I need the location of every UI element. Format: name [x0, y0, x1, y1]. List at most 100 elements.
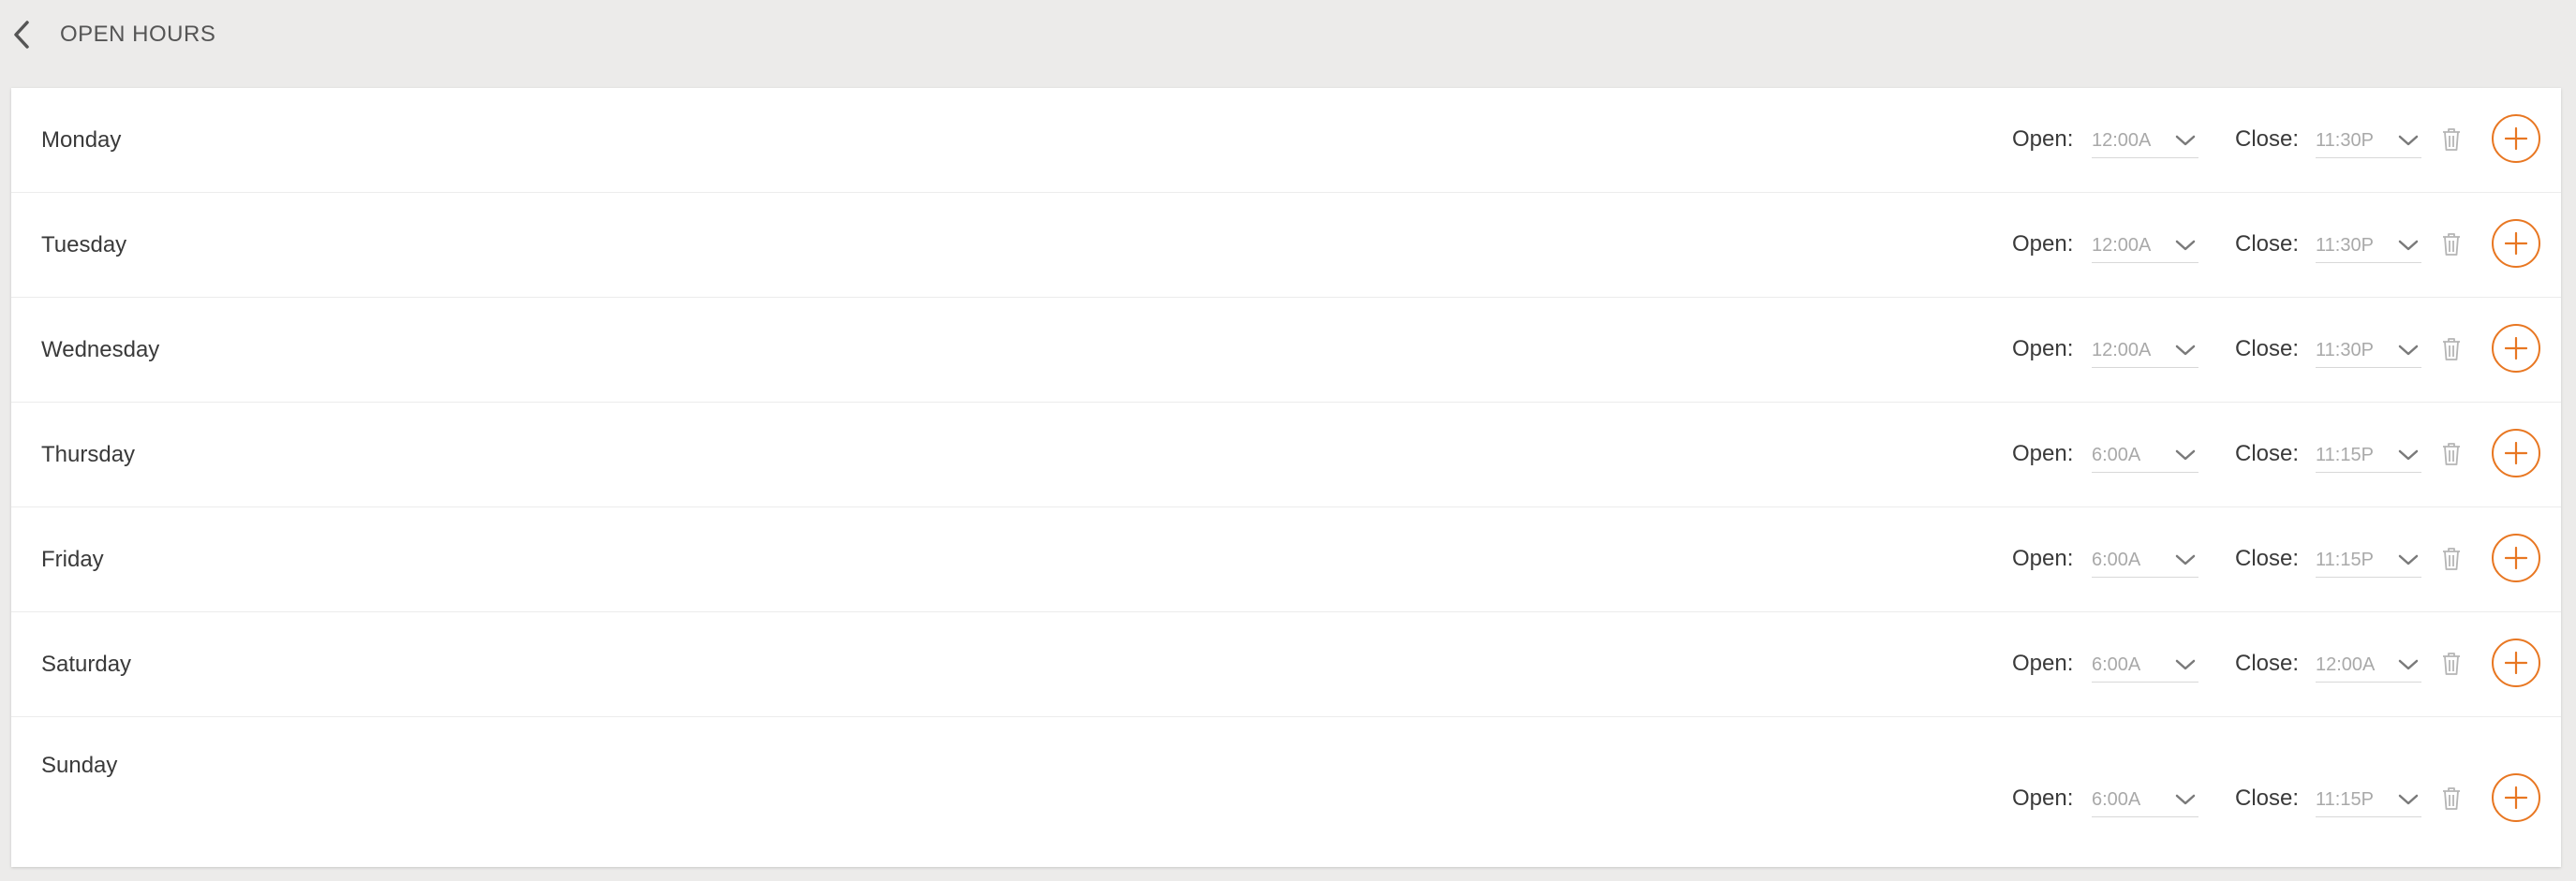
open-label: Open:	[2012, 441, 2074, 466]
open-time-value: 6:00A	[2092, 445, 2141, 465]
open-time-value: 6:00A	[2092, 654, 2141, 675]
close-label: Close:	[2235, 231, 2300, 257]
open-label: Open:	[2012, 786, 2074, 811]
open-time-value: 12:00A	[2092, 340, 2152, 360]
open-time-select[interactable]: 12:00A	[2092, 124, 2198, 158]
back-button[interactable]	[6, 17, 37, 52]
chevron-down-icon	[2175, 794, 2196, 805]
add-hours-button[interactable]	[2492, 114, 2540, 163]
day-row-friday: Friday Open: 6:00A Close: 11:15P	[11, 507, 2561, 612]
hours-controls: Open: 6:00A Close: 11:15P	[1998, 534, 2541, 586]
close-label: Close:	[2235, 786, 2300, 811]
day-label: Wednesday	[41, 337, 160, 362]
hours-controls: Open: 6:00A Close: 11:15P	[1998, 429, 2541, 481]
top-bar: OPEN HOURS	[0, 0, 2576, 88]
chevron-down-icon	[2398, 240, 2419, 251]
hours-controls: Open: 12:00A Close: 11:30P	[1998, 324, 2541, 376]
close-time-select[interactable]: 11:30P	[2316, 124, 2421, 158]
close-time-value: 11:15P	[2316, 550, 2374, 570]
chevron-down-icon	[2398, 554, 2419, 565]
day-label: Sunday	[41, 753, 118, 778]
chevron-down-icon	[2175, 554, 2196, 565]
day-label: Tuesday	[41, 232, 127, 257]
chevron-left-icon	[14, 21, 29, 49]
trash-icon[interactable]	[2440, 126, 2463, 153]
day-label: Saturday	[41, 652, 132, 677]
add-hours-button[interactable]	[2492, 534, 2540, 582]
hours-controls: Open: 6:00A Close: 11:15P	[1998, 773, 2541, 826]
close-time-value: 11:30P	[2316, 340, 2374, 360]
close-time-value: 11:15P	[2316, 445, 2374, 465]
close-time-value: 11:30P	[2316, 235, 2374, 256]
open-label: Open:	[2012, 231, 2074, 257]
plus-icon	[2505, 337, 2527, 360]
day-label: Thursday	[41, 442, 136, 467]
close-time-select[interactable]: 11:30P	[2316, 333, 2421, 368]
page-title: OPEN HOURS	[60, 22, 216, 47]
open-label: Open:	[2012, 546, 2074, 571]
close-time-select[interactable]: 11:15P	[2316, 543, 2421, 578]
plus-icon	[2505, 442, 2527, 464]
add-hours-button[interactable]	[2492, 639, 2540, 687]
trash-icon[interactable]	[2440, 546, 2463, 572]
trash-icon[interactable]	[2440, 651, 2463, 677]
close-time-value: 11:15P	[2316, 789, 2374, 810]
open-time-select[interactable]: 6:00A	[2092, 543, 2198, 578]
open-time-value: 6:00A	[2092, 789, 2141, 810]
plus-icon	[2505, 547, 2527, 569]
chevron-down-icon	[2175, 135, 2196, 146]
close-label: Close:	[2235, 336, 2300, 361]
open-time-select[interactable]: 12:00A	[2092, 333, 2198, 368]
trash-icon[interactable]	[2440, 786, 2463, 812]
close-time-select[interactable]: 11:15P	[2316, 438, 2421, 473]
close-time-select[interactable]: 12:00A	[2316, 648, 2421, 683]
day-label: Monday	[41, 127, 122, 153]
plus-icon	[2505, 652, 2527, 674]
plus-icon	[2505, 127, 2527, 150]
add-hours-button[interactable]	[2492, 773, 2540, 822]
chevron-down-icon	[2175, 345, 2196, 356]
trash-icon[interactable]	[2440, 441, 2463, 467]
chevron-down-icon	[2398, 794, 2419, 805]
open-time-value: 12:00A	[2092, 130, 2152, 151]
chevron-down-icon	[2398, 449, 2419, 461]
day-row-thursday: Thursday Open: 6:00A Close: 11:15P	[11, 403, 2561, 507]
trash-icon[interactable]	[2440, 336, 2463, 362]
chevron-down-icon	[2175, 449, 2196, 461]
open-time-select[interactable]: 6:00A	[2092, 648, 2198, 683]
close-time-value: 12:00A	[2316, 654, 2376, 675]
day-row-sunday: Sunday Open: 6:00A Close: 11:15P	[11, 717, 2561, 867]
chevron-down-icon	[2398, 659, 2419, 670]
day-row-tuesday: Tuesday Open: 12:00A Close: 11:30P	[11, 193, 2561, 298]
chevron-down-icon	[2175, 659, 2196, 670]
day-row-saturday: Saturday Open: 6:00A Close: 12:00A	[11, 612, 2561, 717]
add-hours-button[interactable]	[2492, 429, 2540, 477]
close-label: Close:	[2235, 441, 2300, 466]
day-label: Friday	[41, 547, 104, 572]
close-time-value: 11:30P	[2316, 130, 2374, 151]
hours-controls: Open: 6:00A Close: 12:00A	[1998, 639, 2541, 691]
chevron-down-icon	[2398, 135, 2419, 146]
open-label: Open:	[2012, 651, 2074, 676]
day-row-wednesday: Wednesday Open: 12:00A Close: 11:30P	[11, 298, 2561, 403]
add-hours-button[interactable]	[2492, 324, 2540, 373]
plus-icon	[2505, 786, 2527, 809]
close-label: Close:	[2235, 126, 2300, 152]
plus-icon	[2505, 232, 2527, 255]
open-time-select[interactable]: 12:00A	[2092, 228, 2198, 263]
day-row-monday: Monday Open: 12:00A Close: 11:30P	[11, 88, 2561, 193]
open-time-select[interactable]: 6:00A	[2092, 783, 2198, 817]
chevron-down-icon	[2398, 345, 2419, 356]
close-label: Close:	[2235, 546, 2300, 571]
hours-card: Monday Open: 12:00A Close: 11:30P Tuesda…	[11, 88, 2561, 867]
close-time-select[interactable]: 11:15P	[2316, 783, 2421, 817]
open-label: Open:	[2012, 126, 2074, 152]
trash-icon[interactable]	[2440, 231, 2463, 257]
open-time-select[interactable]: 6:00A	[2092, 438, 2198, 473]
add-hours-button[interactable]	[2492, 219, 2540, 268]
open-time-value: 6:00A	[2092, 550, 2141, 570]
chevron-down-icon	[2175, 240, 2196, 251]
close-time-select[interactable]: 11:30P	[2316, 228, 2421, 263]
close-label: Close:	[2235, 651, 2300, 676]
hours-controls: Open: 12:00A Close: 11:30P	[1998, 114, 2541, 167]
